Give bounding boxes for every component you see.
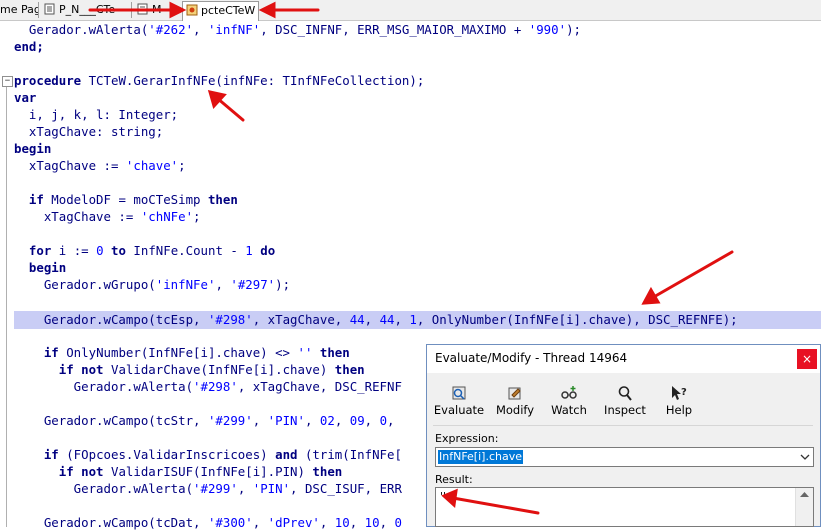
code-line: xTagChave := 'chave'; — [14, 158, 186, 173]
editor-tab-bar: me Page P_N___CTe M pcteCTeW — [0, 0, 821, 21]
code-line: Gerador.wAlerta('#298', xTagChave, DSC_R… — [14, 379, 402, 394]
code-line: xTagChave := 'chNFe'; — [14, 209, 201, 224]
dialog-title: Evaluate/Modify - Thread 14964 — [435, 351, 628, 365]
code-line-current: Gerador.wCampo(tcEsp, '#298', xTagChave,… — [14, 312, 738, 327]
button-label: Evaluate — [433, 403, 485, 417]
code-line: xTagChave: string; — [14, 124, 164, 139]
tab-separator — [131, 2, 132, 18]
code-line: i, j, k, l: Integer; — [14, 107, 179, 122]
code-line: if not ValidarChave(InfNFe[i].chave) the… — [14, 362, 365, 377]
unit-file-icon — [44, 3, 55, 15]
help-icon: ? — [672, 386, 687, 400]
tab-label: me Page — [0, 3, 38, 16]
help-button[interactable]: ? Help — [653, 385, 705, 419]
code-line: for i := 0 to InfNFe.Count - 1 do — [14, 243, 276, 258]
code-line: Gerador.wGrupo('infNFe', '#297'); — [14, 277, 291, 292]
button-label: Inspect — [604, 403, 646, 417]
result-label: Result: — [435, 473, 473, 486]
result-value: '' — [440, 490, 447, 503]
tab-unit-1[interactable]: P_N___CTe — [44, 1, 126, 19]
close-button[interactable]: × — [797, 349, 817, 369]
result-field[interactable]: '' — [435, 487, 814, 527]
expression-label: Expression: — [435, 432, 499, 445]
watch-icon — [561, 386, 577, 399]
tab-separator — [38, 2, 39, 18]
code-line: Gerador.wAlerta('#262', 'infNF', DSC_INF… — [14, 22, 581, 37]
unit-file-icon — [186, 4, 198, 16]
code-line: end; — [14, 39, 44, 54]
code-line: if OnlyNumber(InfNFe[i].chave) <> '' the… — [14, 345, 350, 360]
button-label: Watch — [551, 403, 587, 417]
expression-combobox[interactable]: InfNFe[i].chave — [435, 447, 814, 467]
inspect-icon — [618, 386, 632, 401]
fold-toggle[interactable]: − — [2, 76, 13, 87]
inspect-button[interactable]: Inspect — [599, 385, 651, 419]
code-line: if ModeloDF = moCTeSimp then — [14, 192, 238, 207]
tab-pctectew[interactable]: pcteCTeW — [182, 1, 259, 21]
code-line: begin — [14, 260, 67, 275]
evaluate-modify-dialog: Evaluate/Modify - Thread 14964 × Evaluat… — [426, 344, 821, 527]
code-line: if not ValidarISUF(InfNFe[i].PIN) then — [14, 464, 343, 479]
chevron-down-icon[interactable] — [800, 451, 810, 463]
code-line: var — [14, 90, 37, 105]
code-line: Gerador.wCampo(tcDat, '#300', 'dPrev', 1… — [14, 515, 402, 530]
dialog-title-bar[interactable]: Evaluate/Modify - Thread 14964 × — [427, 345, 820, 373]
button-label: Help — [665, 403, 693, 417]
code-line: Gerador.wCampo(tcStr, '#299', 'PIN', 02,… — [14, 413, 395, 428]
tab-label: M — [152, 3, 162, 16]
evaluate-button[interactable]: Evaluate — [433, 385, 485, 419]
evaluate-icon — [452, 386, 466, 400]
watch-button[interactable]: Watch — [543, 385, 595, 419]
svg-text:?: ? — [681, 387, 687, 398]
modify-button[interactable]: Modify — [489, 385, 541, 419]
code-line: procedure TCTeW.GerarInfNFe(infNFe: TInf… — [14, 73, 425, 88]
button-label: Modify — [495, 403, 535, 417]
result-scrollbar[interactable] — [795, 488, 813, 526]
tab-label: pcteCTeW — [201, 4, 256, 17]
code-line: Gerador.wAlerta('#299', 'PIN', DSC_ISUF,… — [14, 481, 402, 496]
fold-guide — [6, 87, 7, 527]
tab-label: P_N___CTe — [59, 3, 116, 16]
code-line: if (FOpcoes.ValidarInscricoes) and (trim… — [14, 447, 402, 462]
expression-input[interactable]: InfNFe[i].chave — [438, 450, 523, 464]
tab-unit-2[interactable]: M — [137, 1, 175, 19]
scroll-up-icon[interactable] — [800, 492, 809, 498]
code-line: begin — [14, 141, 52, 156]
unit-file-icon — [137, 3, 148, 15]
modify-icon — [508, 387, 521, 400]
toolbar-divider — [433, 425, 813, 426]
tab-welcome-page[interactable]: me Page — [0, 1, 38, 19]
